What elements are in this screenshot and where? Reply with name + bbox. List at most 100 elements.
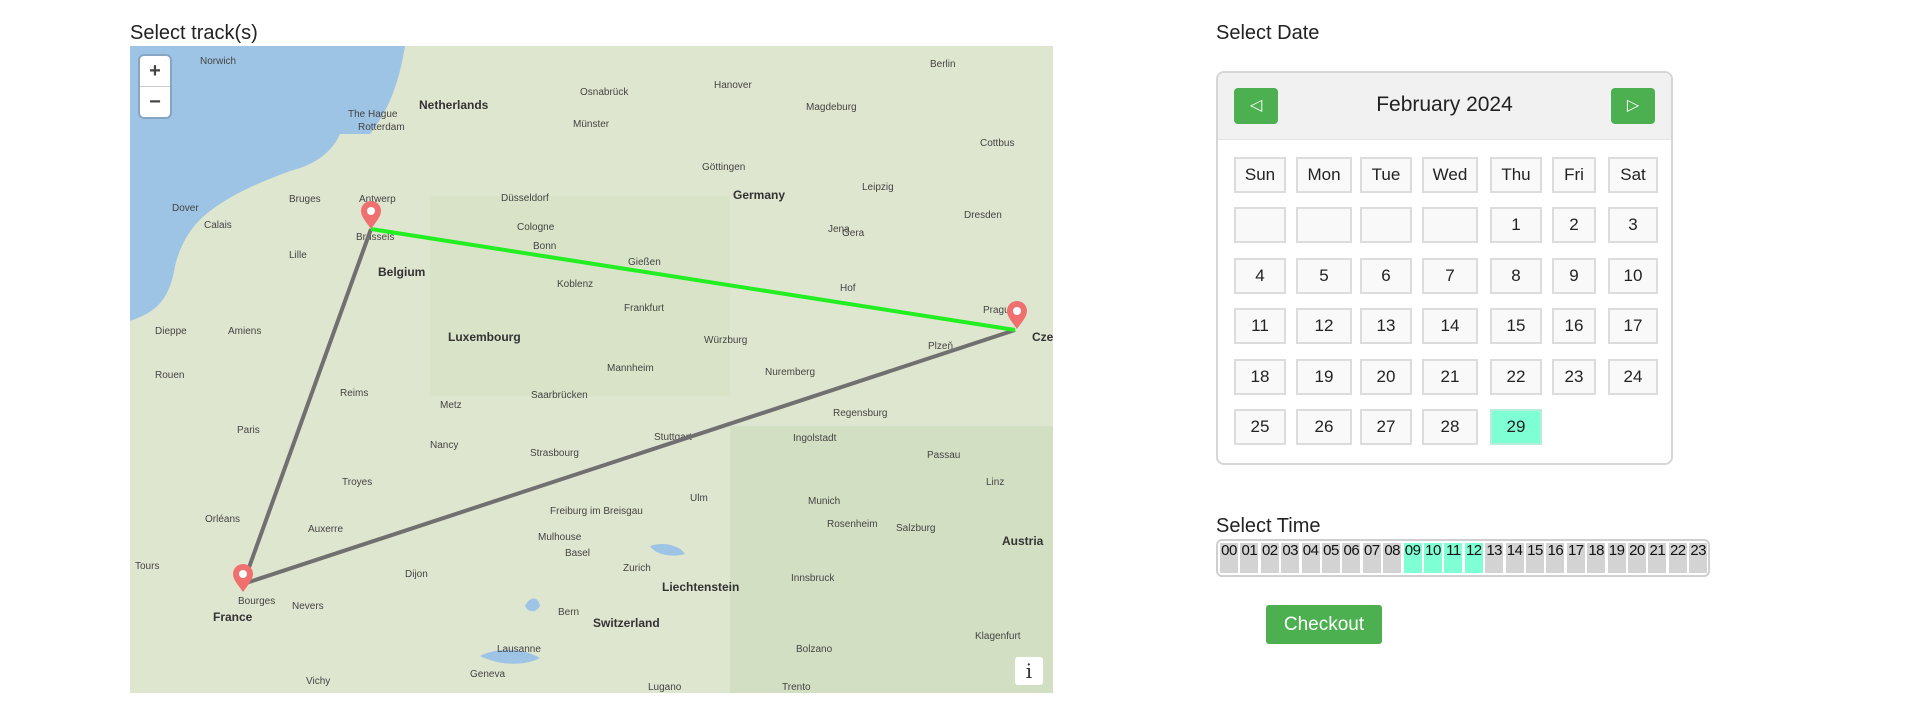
map-label: Würzburg xyxy=(704,335,747,346)
day-cell-23[interactable]: 23 xyxy=(1552,359,1596,395)
map-label: Freiburg im Breisgau xyxy=(550,506,643,517)
hour-slot-23[interactable]: 23 xyxy=(1689,543,1708,573)
day-cell-12[interactable]: 12 xyxy=(1296,308,1352,344)
day-cell-29[interactable]: 29 xyxy=(1490,409,1542,445)
zoom-in-button[interactable]: + xyxy=(140,56,170,86)
day-cell-24[interactable]: 24 xyxy=(1608,359,1658,395)
weekday-header-mon: Mon xyxy=(1296,157,1352,193)
attribution-info-button[interactable]: i xyxy=(1015,657,1043,685)
map-label: Reims xyxy=(340,388,368,399)
day-cell-18[interactable]: 18 xyxy=(1234,359,1286,395)
zoom-control: + − xyxy=(140,56,170,117)
map-label: Troyes xyxy=(342,477,372,488)
day-cell-17[interactable]: 17 xyxy=(1608,308,1658,344)
map-label: Leipzig xyxy=(862,182,894,193)
map-label: Bonn xyxy=(533,241,556,252)
day-cell-11[interactable]: 11 xyxy=(1234,308,1286,344)
map-label: Rotterdam xyxy=(358,122,405,133)
track-line-brussels-bourges[interactable] xyxy=(241,228,373,585)
hour-slot-21[interactable]: 21 xyxy=(1648,543,1667,573)
lake-neuchatel xyxy=(525,598,540,612)
checkout-button[interactable]: Checkout xyxy=(1266,605,1382,644)
hour-slot-09[interactable]: 09 xyxy=(1403,543,1422,573)
map-label: Orléans xyxy=(205,514,240,525)
zoom-out-button[interactable]: − xyxy=(140,86,170,117)
marker-bourges-icon[interactable] xyxy=(233,564,253,592)
day-cell-16[interactable]: 16 xyxy=(1552,308,1596,344)
weekday-header-tue: Tue xyxy=(1360,157,1412,193)
land-tint-2 xyxy=(730,426,1053,693)
calendar: ◁ February 2024 ▷ Sun Mon Tue Wed Thu Fri Sat 1… xyxy=(1216,71,1673,465)
day-cell-27[interactable]: 27 xyxy=(1360,409,1412,445)
day-cell-3[interactable]: 3 xyxy=(1608,207,1658,243)
select-date-label: Select Date xyxy=(1216,22,1320,44)
map-canvas[interactable]: Norwich Berlin Netherlands The Hague Rotterd… xyxy=(130,46,1053,693)
hour-slot-03[interactable]: 03 xyxy=(1281,543,1300,573)
day-cell-1[interactable]: 1 xyxy=(1490,207,1542,243)
hour-slot-11[interactable]: 11 xyxy=(1444,543,1463,573)
hour-slot-17[interactable]: 17 xyxy=(1566,543,1585,573)
day-cell-22[interactable]: 22 xyxy=(1490,359,1542,395)
day-cell-4[interactable]: 4 xyxy=(1234,258,1286,294)
day-cell-6[interactable]: 6 xyxy=(1360,258,1412,294)
hour-slot-14[interactable]: 14 xyxy=(1505,543,1524,573)
marker-prague-icon[interactable] xyxy=(1007,301,1027,329)
day-cell-14[interactable]: 14 xyxy=(1422,308,1478,344)
hour-slot-08[interactable]: 08 xyxy=(1383,543,1402,573)
day-cell-15[interactable]: 15 xyxy=(1490,308,1542,344)
weekday-header-thu: Thu xyxy=(1490,157,1542,193)
hour-slot-18[interactable]: 18 xyxy=(1587,543,1606,573)
map-label: Dresden xyxy=(964,210,1002,221)
map-label: Hanover xyxy=(714,80,752,91)
calendar-header: ◁ February 2024 ▷ xyxy=(1218,73,1671,140)
hour-slot-07[interactable]: 07 xyxy=(1362,543,1381,573)
map-label: Strasbourg xyxy=(530,448,579,459)
map[interactable]: Norwich Berlin Netherlands The Hague Rotterd… xyxy=(130,46,1053,693)
hour-slot-22[interactable]: 22 xyxy=(1668,543,1687,573)
day-cell-7[interactable]: 7 xyxy=(1422,258,1478,294)
map-label: Bolzano xyxy=(796,644,833,655)
hour-slot-06[interactable]: 06 xyxy=(1342,543,1361,573)
hour-slot-15[interactable]: 15 xyxy=(1526,543,1544,573)
map-label: Liechtenstein xyxy=(662,580,739,594)
hour-slot-00[interactable]: 00 xyxy=(1220,543,1238,573)
day-cell-13[interactable]: 13 xyxy=(1360,308,1412,344)
day-cell-28[interactable]: 28 xyxy=(1422,409,1478,445)
day-cell-25[interactable]: 25 xyxy=(1234,409,1286,445)
map-label: Innsbruck xyxy=(791,573,835,584)
day-cell-5[interactable]: 5 xyxy=(1296,258,1352,294)
next-month-button[interactable]: ▷ xyxy=(1611,88,1655,124)
map-label: Basel xyxy=(565,548,590,559)
hour-slot-12[interactable]: 12 xyxy=(1464,543,1483,573)
hour-slot-10[interactable]: 10 xyxy=(1424,543,1442,573)
map-label: Geneva xyxy=(470,669,505,680)
map-label: Tours xyxy=(135,561,159,572)
day-cell-26[interactable]: 26 xyxy=(1296,409,1352,445)
day-cell-8[interactable]: 8 xyxy=(1490,258,1542,294)
map-label: France xyxy=(213,610,253,624)
map-label: Dieppe xyxy=(155,326,187,337)
day-cell-19[interactable]: 19 xyxy=(1296,359,1352,395)
map-label: Mulhouse xyxy=(538,532,582,543)
day-cell-2[interactable]: 2 xyxy=(1552,207,1596,243)
map-label: Trento xyxy=(782,682,811,693)
map-label: Regensburg xyxy=(833,408,887,419)
map-label: Osnabrück xyxy=(580,87,629,98)
map-label: Austria xyxy=(1002,534,1044,548)
hour-slot-19[interactable]: 19 xyxy=(1607,543,1626,573)
map-label: Munich xyxy=(808,496,840,507)
hour-slot-05[interactable]: 05 xyxy=(1322,543,1340,573)
day-cell-21[interactable]: 21 xyxy=(1422,359,1478,395)
day-cell-20[interactable]: 20 xyxy=(1360,359,1412,395)
hour-slot-16[interactable]: 16 xyxy=(1546,543,1565,573)
hour-slot-02[interactable]: 02 xyxy=(1260,543,1279,573)
hour-slot-13[interactable]: 13 xyxy=(1485,543,1504,573)
day-cell-10[interactable]: 10 xyxy=(1608,258,1658,294)
hour-slot-01[interactable]: 01 xyxy=(1240,543,1259,573)
hour-slot-04[interactable]: 04 xyxy=(1301,543,1320,573)
map-label: Klagenfurt xyxy=(975,631,1021,642)
marker-brussels-icon[interactable] xyxy=(361,201,381,229)
day-cell-9[interactable]: 9 xyxy=(1552,258,1596,294)
hour-slot-20[interactable]: 20 xyxy=(1628,543,1646,573)
map-label: Düsseldorf xyxy=(501,193,549,204)
